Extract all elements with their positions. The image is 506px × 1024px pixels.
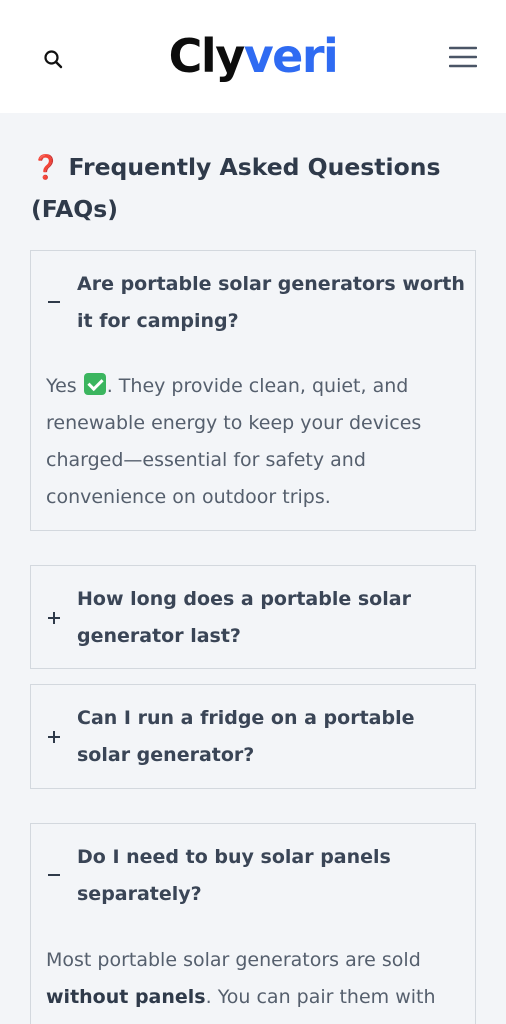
faq-item: Can I run a fridge on a portable solar g… [30,684,476,789]
plus-icon [45,728,63,746]
faq-question: Are portable solar generators worth it f… [77,273,465,332]
faq-heading: ❓ Frequently Asked Questions (FAQs) [31,146,471,230]
faq-item: Do I need to buy solar panels separately… [30,823,476,1024]
faq-question: Do I need to buy solar panels separately… [77,846,391,905]
hamburger-menu-icon [449,46,477,68]
answer-text: Yes [46,375,77,397]
faq-answer: Yes . They provide clean, quiet, and ren… [46,368,466,516]
answer-text-rest: . You can pair them with [205,986,436,1008]
menu-button[interactable] [446,42,480,72]
site-header: Clyveri [0,0,506,113]
faq-question-button[interactable]: Do I need to buy solar panels separately… [31,824,475,920]
faq-item: How long does a portable solar generator… [30,565,476,669]
site-logo[interactable]: Clyveri [0,26,506,86]
faq-question-button[interactable]: Can I run a fridge on a portable solar g… [31,685,475,790]
faq-question-button[interactable]: Are portable solar generators worth it f… [31,251,475,347]
question-mark-emoji-icon: ❓ [31,153,61,181]
faq-question: Can I run a fridge on a portable solar g… [77,707,415,766]
check-mark-emoji-icon [83,373,106,395]
logo-text-dark: Cly [168,29,246,83]
answer-text: Most portable solar generators are sold [46,949,421,971]
answer-bold-text: without panels [46,986,206,1008]
plus-icon [45,609,63,627]
minus-icon [45,293,63,311]
minus-icon [45,866,63,884]
faq-question-button[interactable]: How long does a portable solar generator… [31,566,475,670]
faq-answer: Most portable solar generators are sold … [46,942,466,1016]
faq-title: Frequently Asked Questions (FAQs) [31,153,441,223]
faq-item: Are portable solar generators worth it f… [30,250,476,531]
logo-text-blue: veri [243,29,339,83]
faq-question: How long does a portable solar generator… [77,588,411,647]
